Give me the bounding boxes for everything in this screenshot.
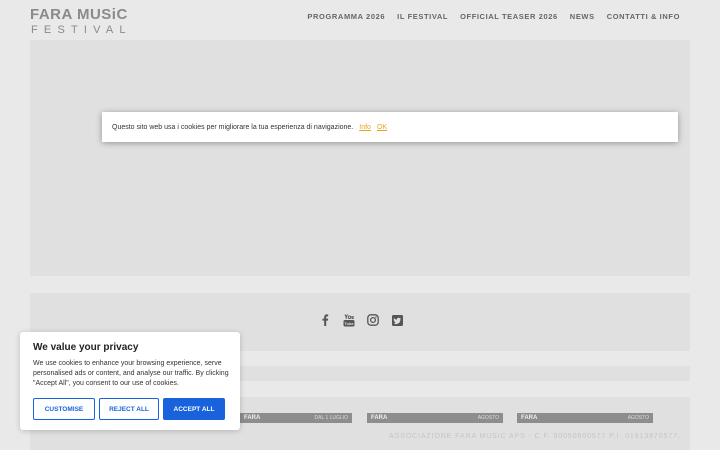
facebook-icon[interactable] — [318, 313, 332, 327]
partner-name: FARA — [521, 415, 538, 421]
nav-item-news[interactable]: NEWS — [570, 12, 595, 21]
cookie-info-link[interactable]: Info — [359, 124, 371, 131]
instagram-icon[interactable] — [366, 313, 380, 327]
reject-all-button[interactable]: REJECT ALL — [99, 398, 159, 420]
twitter-icon[interactable] — [390, 313, 404, 327]
site-logo[interactable]: FARA MUSiC FESTIVAL — [30, 6, 132, 36]
nav-item-programma[interactable]: PROGRAMMA 2026 — [307, 12, 385, 21]
partner-name: FARA — [244, 415, 261, 421]
partner-thumbnail[interactable]: FARA AGOSTO — [367, 413, 503, 423]
privacy-buttons: CUSTOMISE REJECT ALL ACCEPT ALL — [33, 398, 225, 420]
partner-date: AGOSTO — [477, 415, 499, 421]
partner-thumbnail[interactable]: FARA DAL 1 LUGLIO — [240, 413, 352, 423]
privacy-title: We value your privacy — [33, 342, 139, 353]
logo-title: FARA MUSiC — [30, 6, 128, 23]
partner-thumbnail[interactable]: FARA AGOSTO — [517, 413, 653, 423]
logo-subtitle: FESTIVAL — [31, 24, 132, 36]
main-nav: PROGRAMMA 2026 IL FESTIVAL OFFICIAL TEAS… — [307, 12, 680, 21]
partner-date: DAL 1 LUGLIO — [314, 415, 348, 421]
privacy-consent-dialog: We value your privacy We use cookies to … — [20, 332, 240, 430]
partner-date: AGOSTO — [627, 415, 649, 421]
partner-name: FARA — [371, 415, 388, 421]
footer-legal-text: ASSOCIAZIONE FARA MUSIC APS - C.F. 90050… — [389, 433, 681, 440]
nav-item-contatti[interactable]: CONTATTI & INFO — [607, 12, 680, 21]
cookie-ok-link[interactable]: OK — [377, 124, 387, 131]
cookie-notice-bar: Questo sito web usa i cookies per miglio… — [102, 112, 678, 142]
social-icons: Tube — [318, 313, 404, 327]
svg-text:Tube: Tube — [344, 321, 354, 326]
youtube-icon[interactable]: Tube — [342, 313, 356, 327]
nav-item-il-festival[interactable]: IL FESTIVAL — [397, 12, 448, 21]
hero-banner — [30, 40, 690, 276]
privacy-body: We use cookies to enhance your browsing … — [33, 360, 229, 387]
accept-all-button[interactable]: ACCEPT ALL — [163, 398, 225, 420]
cookie-notice-text: Questo sito web usa i cookies per miglio… — [112, 123, 354, 131]
nav-item-official-teaser[interactable]: OFFICIAL TEASER 2026 — [460, 12, 558, 21]
customise-button[interactable]: CUSTOMISE — [33, 398, 95, 420]
